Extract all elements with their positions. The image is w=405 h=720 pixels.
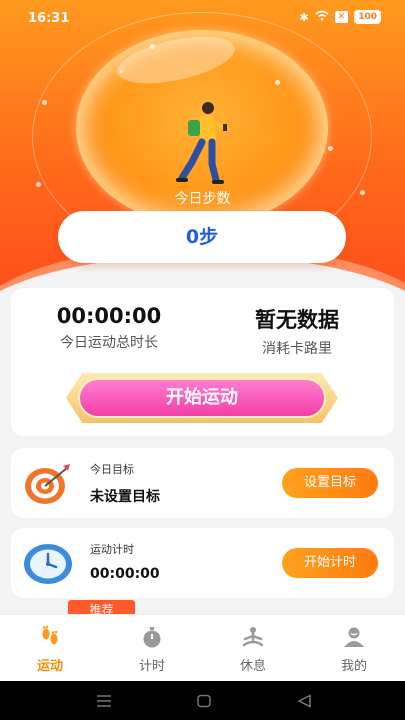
mute-icon: ✕ (334, 11, 349, 23)
duration-stat: 00:00:00 今日运动总时长 (19, 304, 199, 352)
duration-value: 00:00:00 (56, 304, 162, 328)
tab-profile[interactable]: 我的 (314, 625, 394, 674)
tab-rest-label: 休息 (239, 659, 266, 674)
bluetooth-icon: ✱ (299, 10, 309, 24)
calories-label: 消耗卡路里 (262, 341, 332, 357)
start-timer-button[interactable]: 开始计时 (282, 548, 378, 578)
steps-label: 今日步数 (174, 191, 231, 207)
timer-value: 00:00:00 (90, 566, 160, 582)
set-goal-button[interactable]: 设置目标 (282, 468, 378, 498)
clock-icon (23, 540, 72, 588)
status-time: 16:31 (28, 11, 70, 26)
menu-icon[interactable] (96, 693, 112, 712)
status-bar: 16:31 ✱ ✕ 100 (0, 0, 405, 34)
home-icon[interactable] (196, 693, 212, 712)
profile-icon (342, 625, 366, 649)
tab-rest[interactable]: 休息 (213, 625, 293, 674)
goal-value: 未设置目标 (90, 489, 160, 505)
battery-icon: 100 (354, 10, 381, 24)
stopwatch-icon (140, 625, 164, 649)
start-exercise-button[interactable]: 开始运动 (66, 373, 338, 423)
tab-exercise-label: 运动 (36, 659, 63, 674)
system-nav-bar (0, 681, 405, 720)
tab-exercise[interactable]: 运动 (10, 625, 90, 674)
timer-card: 运动计时 00:00:00 开始计时 (11, 528, 394, 598)
calories-stat: 暂无数据 消耗卡路里 (207, 304, 387, 358)
timer-title: 运动计时 (90, 543, 134, 556)
target-icon (23, 460, 71, 508)
wifi-icon (315, 10, 329, 24)
footprints-icon (38, 625, 62, 649)
start-exercise-label[interactable]: 开始运动 (78, 378, 326, 418)
walking-person-icon (170, 100, 234, 188)
back-icon[interactable] (297, 693, 313, 712)
tab-timer[interactable]: 计时 (112, 625, 192, 674)
tab-timer-label: 计时 (138, 659, 165, 674)
goal-card: 今日目标 未设置目标 设置目标 (11, 448, 394, 518)
tab-profile-label: 我的 (340, 659, 367, 674)
steps-count: 0步 (58, 211, 346, 263)
goal-title: 今日目标 (90, 463, 134, 476)
meditation-icon (241, 625, 265, 649)
bottom-tab-bar: 运动 计时 休息 我的 (0, 614, 405, 681)
calories-value: 暂无数据 (255, 308, 339, 332)
duration-label: 今日运动总时长 (60, 335, 158, 351)
